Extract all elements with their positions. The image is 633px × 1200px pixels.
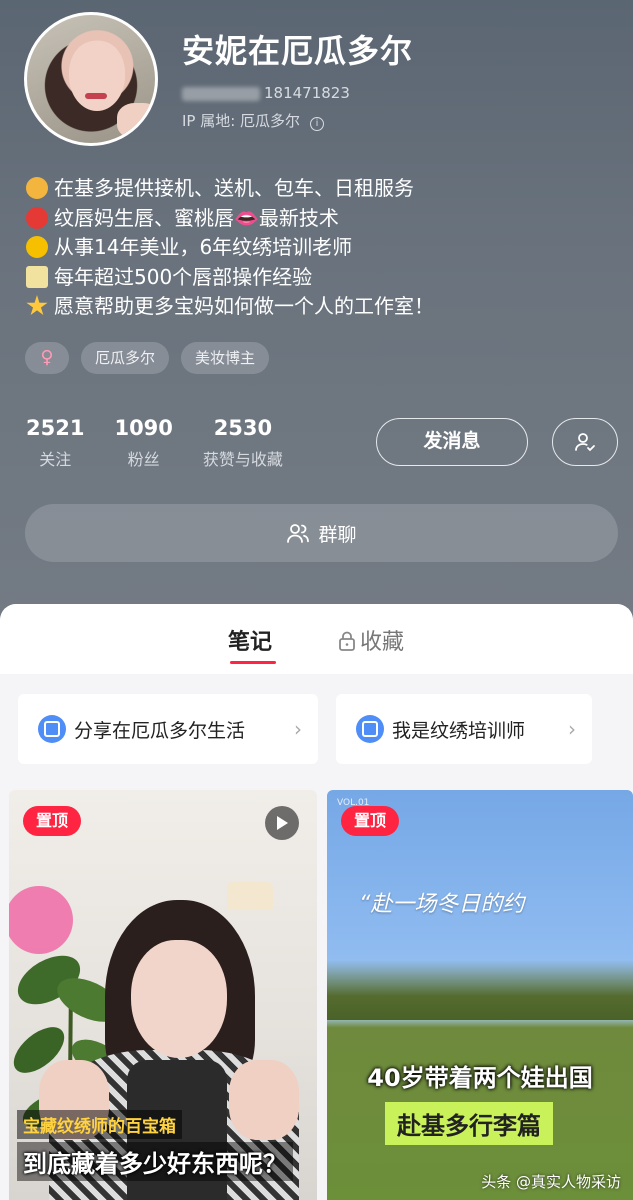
active-tab-indicator (230, 661, 276, 664)
note-caption-small: 宝藏纹绣师的百宝箱 (17, 1110, 182, 1139)
gender-tag: ♀ (25, 342, 69, 374)
bio-text: 在基多提供接机、送机、包车、日租服务 (54, 176, 414, 200)
collection-icon (38, 715, 66, 743)
bio: 在基多提供接机、送机、包车、日租服务 纹唇妈生唇、蜜桃唇👄最新技术 从事14年美… (26, 174, 434, 322)
bio-text: 从事14年美业，6年纹绣培训老师 (54, 235, 353, 259)
user-id-blur (182, 86, 260, 101)
bio-line: 在基多提供接机、送机、包车、日租服务 (26, 174, 434, 204)
person-hand (229, 1060, 299, 1140)
stat-value: 2530 (213, 416, 273, 440)
message-button[interactable]: 发消息 (376, 418, 528, 466)
bio-text: 纹唇妈生唇、蜜桃唇👄最新技术 (54, 205, 339, 230)
follow-manage-button[interactable] (552, 418, 618, 466)
memo-emoji-icon (26, 265, 48, 288)
profile-header: 安妮在厄瓜多尔 181471823 IP 属地: 厄瓜多尔 i 在基多提供接机、送… (0, 0, 633, 640)
ip-location: IP 属地: 厄瓜多尔 i (182, 110, 325, 131)
collection-card[interactable]: 分享在厄瓜多尔生活 › (18, 694, 318, 764)
collection-card[interactable]: 我是纹绣培训师 › (336, 694, 592, 764)
play-icon[interactable] (265, 806, 299, 840)
category-tag[interactable]: 美妆博主 (181, 342, 270, 374)
strawberry-emoji-icon (26, 206, 48, 229)
star-emoji-icon (26, 295, 48, 316)
user-id-value: 181471823 (264, 84, 350, 102)
user-check-icon (575, 433, 595, 452)
location-tag[interactable]: 厄瓜多尔 (81, 342, 170, 374)
bio-line: 纹唇妈生唇、蜜桃唇👄最新技术 (26, 204, 434, 234)
stat-label: 粉丝 (127, 450, 160, 469)
trees-image (327, 960, 633, 1020)
tab-collect[interactable]: 收藏 (338, 624, 404, 656)
stats: 2521 关注 1090 粉丝 2530 获赞与收藏 (26, 416, 283, 470)
note-caption-big: 到底藏着多少好东西呢？ (17, 1142, 293, 1181)
bio-line: 每年超过500个唇部操作经验 (26, 263, 434, 293)
bio-line: 从事14年美业，6年纹绣培训老师 (26, 233, 434, 263)
stat-value: 1090 (114, 416, 173, 440)
user-id: 181471823 (182, 84, 350, 102)
collection-icon (356, 715, 384, 743)
group-chat-label: 群聊 (318, 523, 357, 546)
group-chat-button[interactable]: 群聊 (25, 504, 618, 562)
stat-label: 获赞与收藏 (202, 450, 283, 469)
note-script-title: “赴一场冬日的约 (359, 892, 525, 917)
collections: 分享在厄瓜多尔生活 › 我是纹绣培训师 › (18, 694, 592, 764)
stat-following[interactable]: 2521 关注 (26, 416, 84, 470)
tab-notes[interactable]: 笔记 (228, 624, 272, 656)
stat-value: 2521 (26, 416, 85, 440)
tab-collect-label: 收藏 (360, 630, 405, 655)
stat-likes-collects[interactable]: 2530 获赞与收藏 (203, 416, 283, 470)
avatar[interactable] (24, 12, 158, 146)
note-subtitle: 赴基多行李篇 (385, 1102, 553, 1145)
crown-emoji-icon (26, 236, 48, 258)
avatar-lips (85, 93, 107, 99)
lock-icon (339, 631, 355, 651)
note-card[interactable]: 置顶 宝藏纹绣师的百宝箱 到底藏着多少好东西呢？ (9, 790, 317, 1200)
nickname: 安妮在厄瓜多尔 (182, 32, 414, 70)
tab-bar: 笔记 收藏 (0, 604, 633, 674)
group-icon (287, 524, 310, 543)
watermark: 头条 @真实人物采访 (481, 1173, 621, 1191)
chevron-right-icon: › (294, 717, 302, 741)
avatar-hand (117, 103, 155, 139)
bio-text: 每年超过500个唇部操作经验 (54, 264, 313, 289)
person-emoji-icon (26, 177, 48, 199)
pinned-badge: 置顶 (341, 806, 399, 836)
content-area: 笔记 收藏 分享在厄瓜多尔生活 › 我是纹绣培训师 › 置顶 宝藏纹绣师的百宝箱… (0, 604, 633, 1200)
ip-location-text: IP 属地: 厄瓜多尔 (182, 112, 301, 130)
stat-followers[interactable]: 1090 粉丝 (114, 416, 172, 470)
note-title: 40岁带着两个娃出国 (367, 1064, 593, 1092)
info-icon[interactable]: i (310, 117, 325, 131)
collection-label: 分享在厄瓜多尔生活 (74, 719, 246, 742)
pinned-badge: 置顶 (23, 806, 81, 836)
tags: ♀ 厄瓜多尔 美妆博主 (25, 342, 270, 374)
avatar-face (69, 41, 125, 111)
bio-text: 愿意帮助更多宝妈如何做一个人的工作室！ (54, 294, 434, 318)
person-face (131, 940, 227, 1058)
stat-label: 关注 (39, 450, 72, 469)
lamp-image (227, 882, 273, 910)
note-card[interactable]: VOL.01 置顶 “赴一场冬日的约 40岁带着两个娃出国 赴基多行李篇 头条 … (327, 790, 633, 1200)
collection-label: 我是纹绣培训师 (392, 719, 526, 742)
chevron-right-icon: › (568, 717, 576, 741)
bio-line: 愿意帮助更多宝妈如何做一个人的工作室！ (26, 292, 434, 322)
